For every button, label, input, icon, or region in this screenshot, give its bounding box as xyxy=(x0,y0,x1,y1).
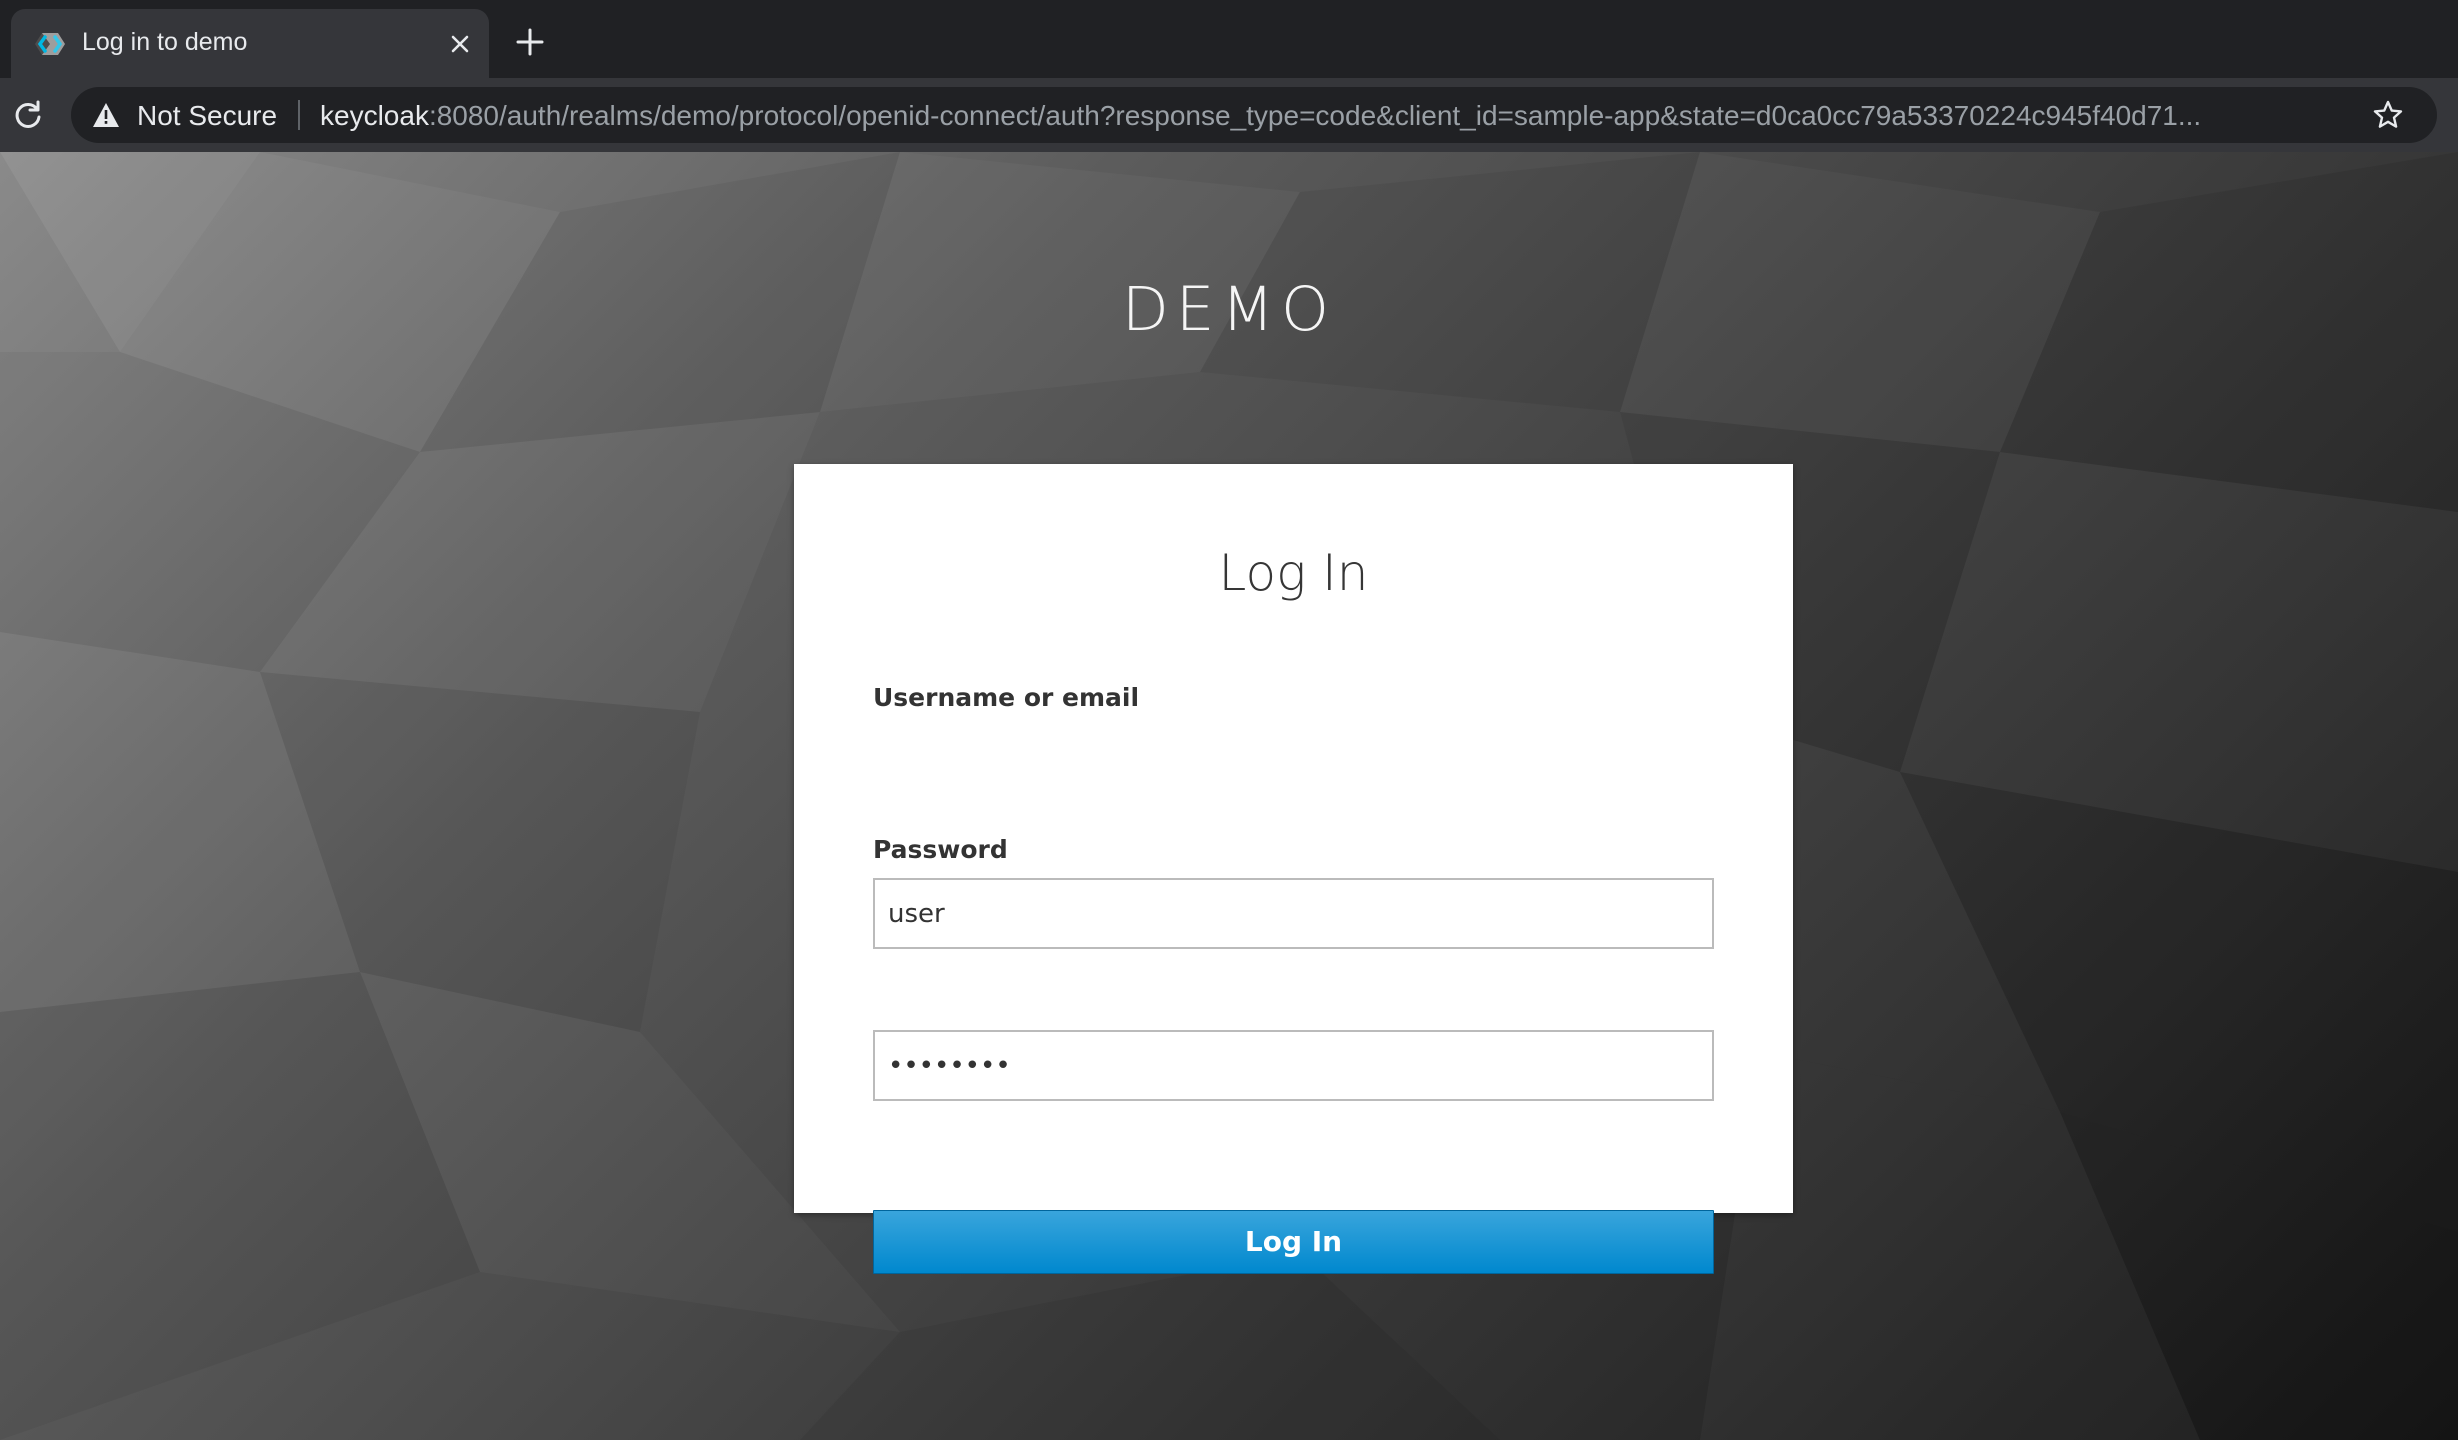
url-host: keycloak xyxy=(320,100,429,131)
password-input[interactable] xyxy=(873,1030,1714,1101)
password-label: Password xyxy=(873,835,1008,864)
star-icon[interactable] xyxy=(2372,99,2404,131)
url-text[interactable]: keycloak:8080/auth/realms/demo/protocol/… xyxy=(320,100,2410,132)
browser-tabstrip: Log in to demo xyxy=(0,0,2458,78)
omnibox-divider xyxy=(298,100,300,130)
username-input[interactable] xyxy=(873,878,1714,949)
browser-toolbar: Not Secure keycloak:8080/auth/realms/dem… xyxy=(0,78,2458,152)
not-secure-label[interactable]: Not Secure xyxy=(137,100,277,132)
login-button[interactable]: Log In xyxy=(873,1210,1714,1274)
warning-triangle-icon[interactable] xyxy=(91,101,121,129)
username-label: Username or email xyxy=(873,683,1140,712)
reload-icon[interactable] xyxy=(10,97,46,133)
browser-tab[interactable]: Log in to demo xyxy=(11,9,489,78)
address-bar[interactable]: Not Secure keycloak:8080/auth/realms/dem… xyxy=(71,87,2437,143)
login-button-label: Log In xyxy=(1244,1225,1343,1258)
plus-icon[interactable] xyxy=(512,24,548,60)
login-title: Log In xyxy=(1218,544,1369,602)
close-icon[interactable] xyxy=(443,27,477,61)
url-path: :8080/auth/realms/demo/protocol/openid-c… xyxy=(428,100,2202,131)
tab-title: Log in to demo xyxy=(82,28,248,56)
login-page: DEMO Log In Username or email Password L… xyxy=(0,152,2458,1440)
login-card: Log In Username or email Password Log In xyxy=(794,464,1793,1274)
keycloak-favicon-icon xyxy=(33,27,67,61)
realm-title: DEMO xyxy=(1121,274,1337,345)
